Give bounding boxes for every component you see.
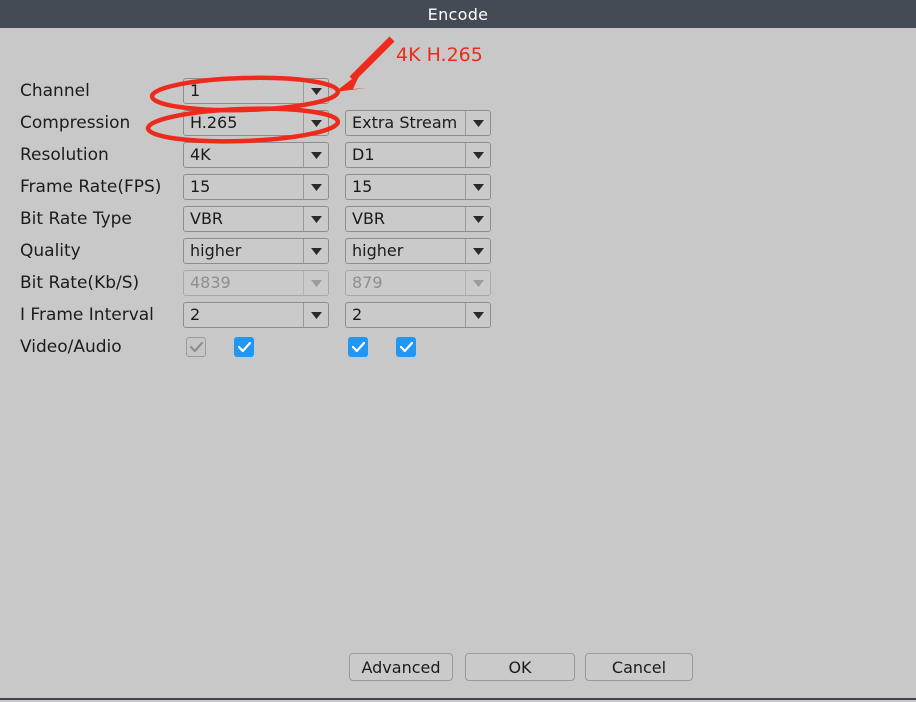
label-channel: Channel xyxy=(20,81,90,101)
i-frame-interval-extra-combo[interactable]: 2 xyxy=(345,302,491,328)
resolution-main-combo[interactable]: 4K xyxy=(183,142,329,168)
channel-main-combo[interactable]: 1 xyxy=(183,78,329,104)
resolution-extra-combo[interactable]: D1 xyxy=(345,142,491,168)
label-frame-rate-fps: Frame Rate(FPS) xyxy=(20,177,162,197)
frame-rate-fps-extra-combo[interactable]: 15 xyxy=(345,174,491,200)
ok-button[interactable]: OK xyxy=(465,653,575,681)
combo-value: 4K xyxy=(190,145,211,164)
label-video-audio: Video/Audio xyxy=(20,337,122,357)
bit-rate-kb-s-extra-combo: 879 xyxy=(345,270,491,296)
dialog-button-bar: Advanced OK Cancel xyxy=(0,653,916,685)
form-row-quality: Quality higher higher xyxy=(0,238,916,264)
combo-value: H.265 xyxy=(190,113,238,132)
form-row-resolution: Resolution 4K D1 xyxy=(0,142,916,168)
combo-value: 2 xyxy=(352,305,363,324)
combo-value: 1 xyxy=(190,81,201,100)
quality-extra-combo[interactable]: higher xyxy=(345,238,491,264)
form-row-bit-rate-type: Bit Rate Type VBR VBR xyxy=(0,206,916,232)
combo-value: 2 xyxy=(190,305,201,324)
cancel-button[interactable]: Cancel xyxy=(585,653,693,681)
chevron-down-icon[interactable] xyxy=(303,239,328,263)
combo-value: 4839 xyxy=(190,273,231,292)
window-title: Encode xyxy=(427,4,489,24)
label-compression: Compression xyxy=(20,113,131,133)
chevron-down-icon[interactable] xyxy=(465,303,490,327)
compression-main-combo[interactable]: H.265 xyxy=(183,110,329,136)
chevron-down-icon[interactable] xyxy=(303,175,328,199)
combo-value: 879 xyxy=(352,273,383,292)
bit-rate-kb-s-main-combo: 4839 xyxy=(183,270,329,296)
chevron-down-icon xyxy=(303,271,328,295)
combo-value: higher xyxy=(352,241,404,260)
i-frame-interval-main-combo[interactable]: 2 xyxy=(183,302,329,328)
combo-value: 15 xyxy=(190,177,211,196)
form-row-i-frame-interval: I Frame Interval 2 2 xyxy=(0,302,916,328)
bit-rate-type-main-combo[interactable]: VBR xyxy=(183,206,329,232)
bit-rate-type-extra-combo[interactable]: VBR xyxy=(345,206,491,232)
chevron-down-icon[interactable] xyxy=(465,239,490,263)
chevron-down-icon[interactable] xyxy=(303,111,328,135)
chevron-down-icon[interactable] xyxy=(303,79,328,103)
chevron-down-icon[interactable] xyxy=(303,143,328,167)
form-row-channel: Channel 1 xyxy=(0,78,916,104)
checkbox-main-audio[interactable] xyxy=(234,337,254,357)
label-quality: Quality xyxy=(20,241,81,261)
form-row-video-audio: Video/Audio xyxy=(0,334,916,360)
label-resolution: Resolution xyxy=(20,145,109,165)
checkbox-main-video xyxy=(186,337,206,357)
chevron-down-icon[interactable] xyxy=(465,111,490,135)
combo-value: VBR xyxy=(190,209,224,228)
checkbox-extra-audio[interactable] xyxy=(396,337,416,357)
form-row-bit-rate-kb-s: Bit Rate(Kb/S) 4839 879 xyxy=(0,270,916,296)
label-bit-rate-type: Bit Rate Type xyxy=(20,209,132,229)
label-bit-rate-kb-s: Bit Rate(Kb/S) xyxy=(20,273,140,293)
quality-main-combo[interactable]: higher xyxy=(183,238,329,264)
combo-value: VBR xyxy=(352,209,386,228)
chevron-down-icon[interactable] xyxy=(465,207,490,231)
compression-extra-combo[interactable]: Extra Stream xyxy=(345,110,491,136)
form-row-frame-rate-fps: Frame Rate(FPS) 15 15 xyxy=(0,174,916,200)
checkbox-extra-video[interactable] xyxy=(348,337,368,357)
window-titlebar: Encode xyxy=(0,0,916,28)
advanced-button[interactable]: Advanced xyxy=(349,653,453,681)
combo-value: higher xyxy=(190,241,242,260)
label-i-frame-interval: I Frame Interval xyxy=(20,305,154,325)
encode-dialog-body: Channel 1 Compression H.265 Extra Stream Reso… xyxy=(0,28,916,700)
chevron-down-icon[interactable] xyxy=(303,207,328,231)
combo-value: 15 xyxy=(352,177,373,196)
chevron-down-icon[interactable] xyxy=(465,175,490,199)
frame-rate-fps-main-combo[interactable]: 15 xyxy=(183,174,329,200)
combo-value: Extra Stream xyxy=(352,113,458,132)
chevron-down-icon[interactable] xyxy=(465,143,490,167)
chevron-down-icon xyxy=(465,271,490,295)
form-row-compression: Compression H.265 Extra Stream xyxy=(0,110,916,136)
chevron-down-icon[interactable] xyxy=(303,303,328,327)
combo-value: D1 xyxy=(352,145,375,164)
